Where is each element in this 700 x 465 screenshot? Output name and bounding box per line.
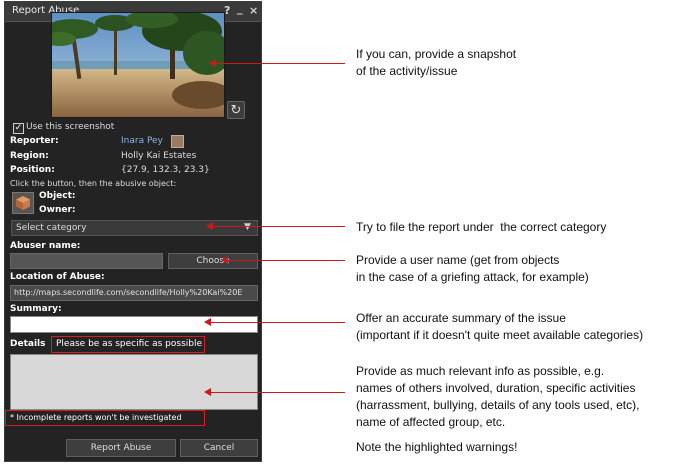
category-note: Try to file the report under the correct… (356, 220, 607, 234)
abuser-name-label: Abuser name: (10, 241, 81, 251)
details-note: Provide as much relevant info as possibl… (356, 363, 639, 431)
use-screenshot-checkbox[interactable]: ✓ (13, 123, 24, 134)
details-note-line-2: names of others involved, duration, spec… (356, 381, 636, 395)
location-label: Location of Abuse: (10, 272, 105, 282)
details-note-line-1: Provide as much relevant info as possibl… (356, 364, 605, 378)
summary-arrow-line (210, 322, 345, 323)
minimize-icon[interactable]: _ (237, 2, 243, 15)
location-value: http://maps.secondlife.com/secondlife/Ho… (14, 288, 243, 297)
snapshot-note: If you can, provide a snapshot of the ac… (356, 46, 516, 80)
reporter-name-link[interactable]: Inara Pey (121, 136, 163, 146)
details-hint-highlight: Please be as specific as possible (51, 336, 205, 353)
report-abuse-button[interactable]: Report Abuse (66, 439, 176, 457)
username-arrow-line (227, 260, 345, 261)
details-note-line-3: (harrassment, bullying, details of any t… (356, 398, 640, 412)
snapshot-note-line-2: of the activity/issue (356, 64, 458, 78)
owner-label: Owner: (39, 205, 76, 215)
category-dropdown[interactable]: Select category ▼ (11, 220, 258, 236)
details-label: Details (10, 339, 46, 349)
refresh-icon[interactable]: ↻ (227, 101, 245, 119)
username-arrow-head (221, 256, 228, 264)
warning-highlight: * Incomplete reports won't be investigat… (5, 410, 205, 426)
category-selected-value: Select category (16, 223, 87, 233)
position-value: {27.9, 132.3, 23.3} (121, 165, 210, 175)
location-field[interactable]: http://maps.secondlife.com/secondlife/Ho… (10, 285, 258, 301)
screenshot-preview (51, 12, 225, 118)
snapshot-arrow-line (215, 63, 345, 64)
object-picker-button[interactable] (12, 192, 34, 214)
abuser-name-input[interactable] (10, 253, 163, 269)
details-hint: Please be as specific as possible (56, 339, 203, 349)
summary-note-line-2: (important if it doesn't quite meet avai… (356, 328, 644, 342)
use-screenshot-label: Use this screenshot (26, 122, 115, 132)
category-arrow-line (212, 226, 345, 227)
picker-instruction: Click the button, then the abusive objec… (10, 179, 177, 188)
reporter-label: Reporter: (10, 136, 59, 146)
details-arrow-head (204, 388, 211, 396)
cancel-button[interactable]: Cancel (180, 439, 258, 457)
close-icon[interactable]: × (249, 4, 258, 17)
summary-note: Offer an accurate summary of the issue (… (356, 310, 643, 344)
summary-input[interactable] (10, 316, 258, 333)
chevron-down-icon: ▼ (244, 222, 251, 232)
cube-icon (16, 196, 30, 210)
summary-arrow-head (204, 318, 211, 326)
category-arrow-head (206, 222, 213, 230)
username-note: Provide a user name (get from objects in… (356, 252, 589, 286)
details-arrow-line (210, 392, 345, 393)
details-textarea[interactable] (10, 354, 258, 410)
region-value: Holly Kai Estates (121, 151, 197, 161)
snapshot-note-line-1: If you can, provide a snapshot (356, 47, 517, 61)
beach-scene-image (52, 13, 224, 117)
snapshot-arrow-head (209, 59, 216, 67)
summary-note-line-1: Offer an accurate summary of the issue (356, 311, 566, 325)
choose-button[interactable]: Choose (168, 253, 258, 269)
incomplete-warning: * Incomplete reports won't be investigat… (10, 413, 182, 422)
details-note-line-4: name of affected group, etc. (356, 415, 506, 429)
region-label: Region: (10, 151, 49, 161)
username-note-line-1: Provide a user name (get from objects (356, 253, 560, 267)
object-label: Object: (39, 191, 76, 201)
summary-label: Summary: (10, 304, 62, 314)
avatar-icon (171, 135, 184, 148)
warnings-note: Note the highlighted warnings! (356, 440, 518, 454)
username-note-line-2: in the case of a griefing attack, for ex… (356, 270, 589, 284)
position-label: Position: (10, 165, 55, 175)
